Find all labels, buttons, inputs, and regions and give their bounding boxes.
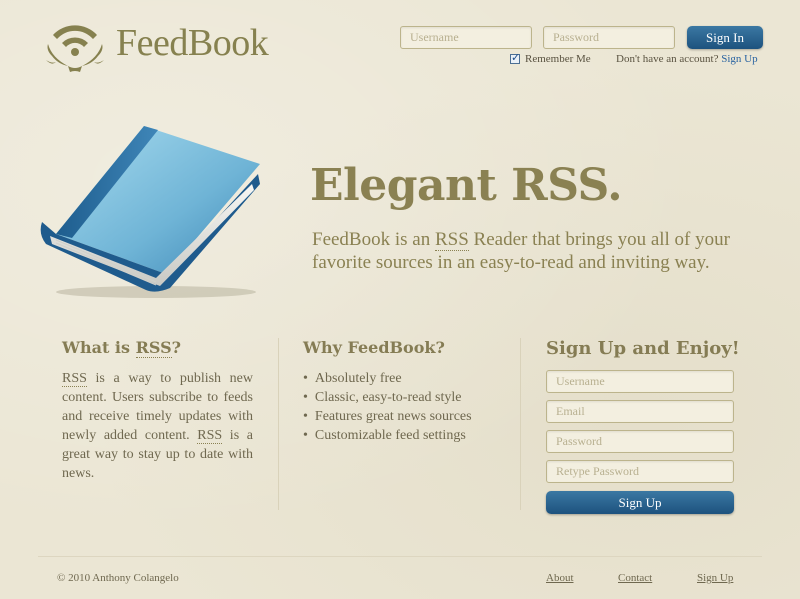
brand-name: FeedBook [116,22,269,64]
rss-term: RSS [434,229,469,251]
footer-link-contact[interactable]: Contact [618,572,652,584]
rss-wreath-icon [38,16,112,78]
column-divider [520,338,521,510]
hero-text-start: FeedBook is an [312,229,435,250]
sign-up-heading: Sign Up and Enjoy! [546,338,740,359]
list-item: Customizable feed settings [303,426,503,445]
column-divider [278,338,279,510]
heading-prefix: What is [62,338,136,357]
no-account-prompt: Don't have an account? Sign Up [616,53,758,65]
copyright: © 2010 Anthony Colangelo [57,572,179,584]
hero-title: Elegant RSS. [310,160,623,211]
login-username-input[interactable] [400,26,532,49]
header: FeedBook Sign In Remember Me Don't have … [0,0,800,90]
sign-up-button[interactable]: Sign Up [546,491,734,514]
signup-retype-password-input[interactable] [546,460,734,483]
sign-in-button[interactable]: Sign In [687,26,763,49]
hero-description: FeedBook is an RSS Reader that brings yo… [312,228,752,274]
what-is-rss-section: What is RSS? RSS is a way to publish new… [62,338,253,483]
list-item: Classic, easy-to-read style [303,388,503,407]
sign-up-section: Sign Up and Enjoy! [546,338,746,371]
rss-term: RSS [135,338,172,358]
footer-divider [38,556,762,557]
what-is-rss-text: RSS is a way to publish new content. Use… [62,369,253,483]
book-icon [36,124,264,304]
why-feedbook-section: Why FeedBook? Absolutely free Classic, e… [303,338,503,445]
logo[interactable]: FeedBook [38,16,269,78]
feature-list: Absolutely free Classic, easy-to-read st… [303,369,503,445]
no-account-text: Don't have an account? [616,53,719,65]
signup-email-input[interactable] [546,400,734,423]
what-is-rss-heading: What is RSS? [62,338,253,358]
header-sign-up-link[interactable]: Sign Up [721,53,757,65]
footer-link-sign-up[interactable]: Sign Up [697,572,733,584]
heading-suffix: ? [171,338,182,357]
list-item: Features great news sources [303,407,503,426]
signup-password-input[interactable] [546,430,734,453]
rss-term: RSS [62,371,87,387]
remember-label: Remember Me [525,53,591,65]
remember-me[interactable]: Remember Me [510,51,591,65]
why-feedbook-heading: Why FeedBook? [303,338,445,357]
footer-link-about[interactable]: About [546,572,574,584]
checkbox-checked-icon[interactable] [510,51,520,64]
rss-term: RSS [197,428,223,444]
list-item: Absolutely free [303,369,503,388]
login-password-input[interactable] [543,26,675,49]
signup-username-input[interactable] [546,370,734,393]
